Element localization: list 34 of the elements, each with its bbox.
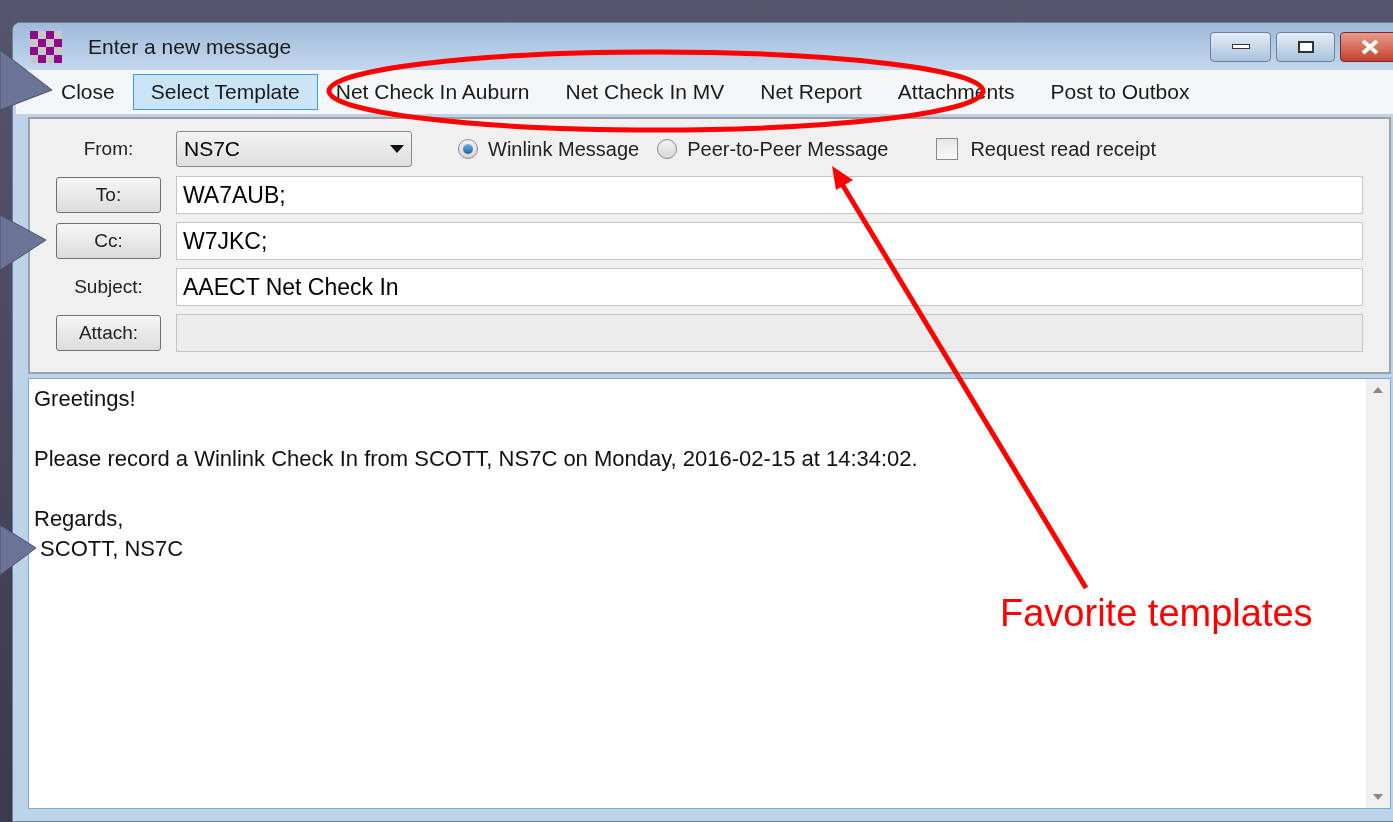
close-icon — [1360, 38, 1380, 55]
close-button[interactable] — [1340, 31, 1393, 62]
radio-label[interactable]: Peer-to-Peer Message — [687, 134, 889, 164]
menu-item[interactable]: Select Template — [132, 74, 318, 110]
input-field[interactable]: WA7AUB; — [176, 176, 1363, 214]
address-button[interactable]: To: — [56, 177, 161, 213]
menu-item[interactable]: Post to Outbox — [1032, 74, 1208, 110]
menu-item[interactable]: Net Check In Auburn — [317, 74, 548, 110]
field-label: Subject: — [73, 274, 144, 299]
menu-item[interactable]: Net Report — [742, 74, 880, 110]
app-logo-icon — [30, 30, 62, 63]
radio-button[interactable] — [458, 139, 478, 159]
window-title: Enter a new message — [88, 33, 292, 60]
body-text-line: Greetings! — [34, 385, 137, 413]
input-field[interactable]: AAECT Net Check In — [176, 268, 1363, 306]
radio-button[interactable] — [657, 139, 678, 159]
annotation-label: Favorite templates — [1000, 594, 1313, 632]
body-text-line: Regards, — [34, 505, 125, 533]
read-receipt-checkbox[interactable]: Request read receipt — [936, 134, 1157, 164]
address-button[interactable]: Cc: — [56, 223, 161, 259]
menu-item[interactable]: Net Check In MV — [547, 74, 743, 110]
input-field[interactable]: W7JKC; — [176, 222, 1363, 260]
scroll-up-icon — [1373, 387, 1383, 393]
body-text-line: SCOTT, NS7C — [39, 535, 185, 563]
dropdown-caret-icon — [390, 145, 404, 153]
menu-item[interactable]: Close — [43, 74, 133, 110]
minimize-button[interactable] — [1210, 31, 1271, 62]
from-label: From: — [82, 136, 135, 161]
from-dropdown[interactable]: NS7C — [176, 131, 412, 167]
body-text-line: Please record a Winlink Check In from SCOTT, NS7C on Monday, 2016-02-15 at 14:34:02. — [34, 445, 919, 473]
radio-label[interactable]: Winlink Message — [488, 134, 640, 164]
scrollbar[interactable] — [1366, 379, 1390, 808]
scroll-down-icon — [1373, 794, 1383, 800]
maximize-button[interactable] — [1276, 31, 1335, 62]
